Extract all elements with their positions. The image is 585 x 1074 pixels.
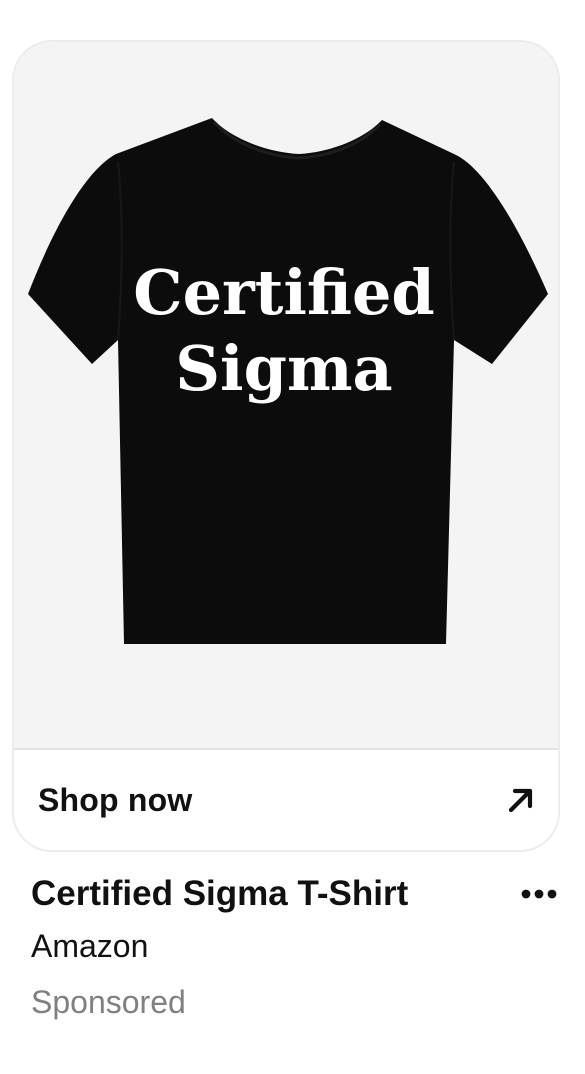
arrow-up-right-icon [504,783,538,817]
shirt-print-line2: Sigma [175,332,392,405]
shop-now-button[interactable]: Shop now [14,748,558,850]
title-row: Certified Sigma T-Shirt [31,866,557,922]
product-image[interactable]: Certified Sigma [14,42,558,748]
more-horizontal-icon[interactable] [519,874,559,914]
product-title[interactable]: Certified Sigma T-Shirt [31,874,408,914]
shop-now-label: Shop now [38,781,193,818]
pin-page: Certified Sigma Shop now Certified Sigma… [0,0,585,1074]
sponsored-label: Sponsored [31,984,186,1020]
pin-meta: Certified Sigma T-Shirt Amazon Sponsored [31,866,557,1028]
tshirt-image: Certified Sigma [28,118,548,644]
merchant-name[interactable]: Amazon [31,920,551,972]
ad-card[interactable]: Certified Sigma Shop now [12,40,560,852]
shirt-print-line1: Certified [133,256,435,329]
